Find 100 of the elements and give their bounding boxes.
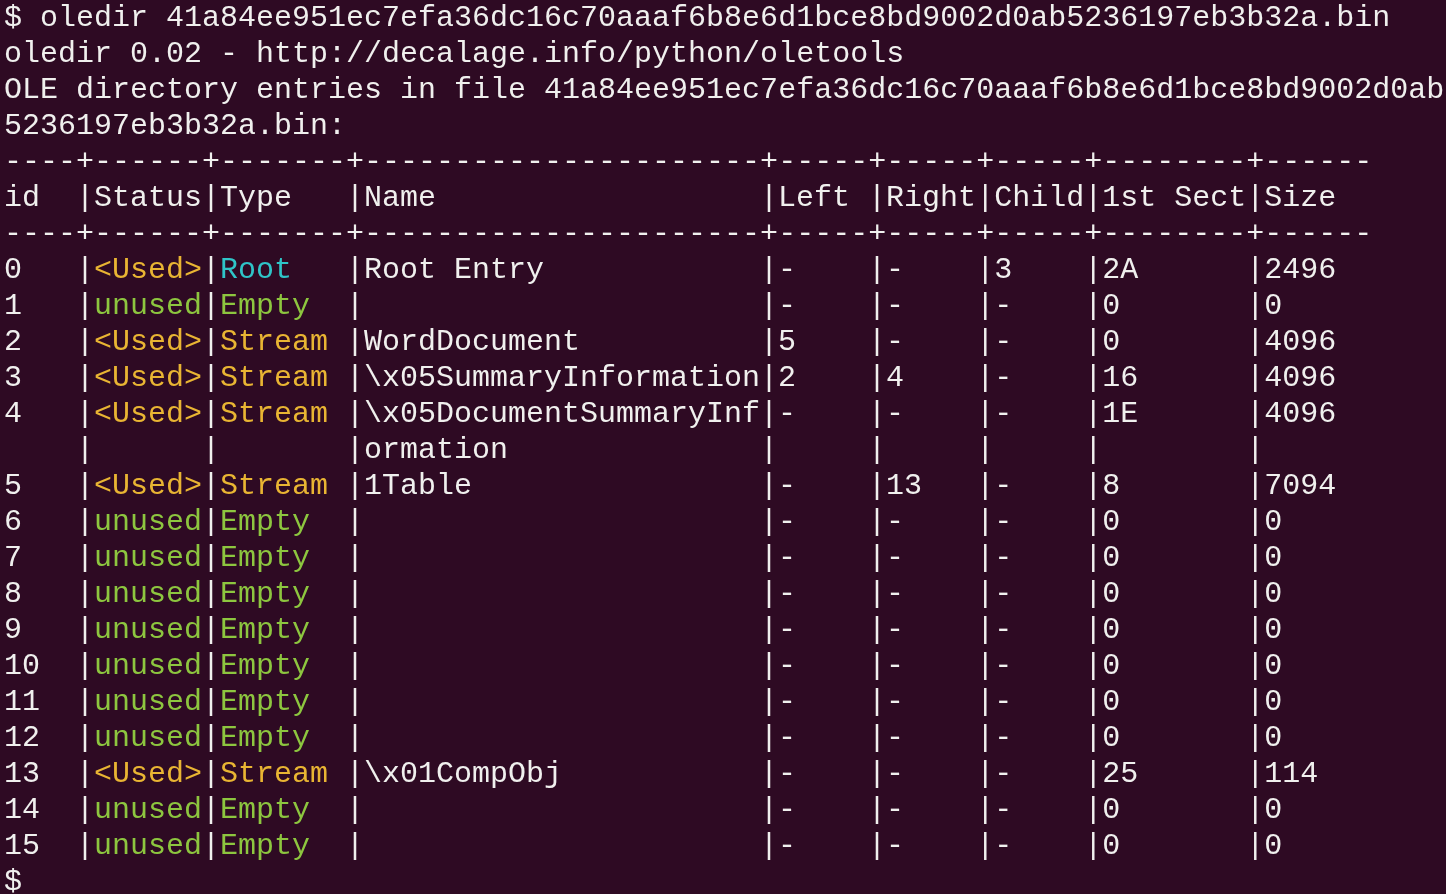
table-cell-text: |0 [1246,288,1284,324]
table-cell-text: |0 [1084,576,1122,612]
column-separator: | [202,793,221,827]
table-cell-text: |0 [1084,648,1122,684]
table-cell-text: |25 [1084,756,1140,792]
table-cell-text: |- [868,252,906,288]
table-cell-text: 15 [4,828,41,864]
table-cell: unused [94,289,203,323]
table-cell-text: |ormation [346,432,510,468]
table-cell: Empty [220,793,311,827]
column-separator: | [202,541,221,575]
table-cell-text: |0 [1084,828,1122,864]
table-cell-text: |- [760,540,798,576]
table-cell: |\x05DocumentSummaryInf [346,396,761,432]
column-header: |Name [346,180,438,216]
table-cell: Stream [220,757,329,791]
column-header: |Left [760,180,852,216]
column-separator: | [202,685,221,719]
table-cell: Empty [220,541,311,575]
table-cell-text: | [346,648,366,684]
table-cell-text: |0 [1246,828,1284,864]
column-separator: | [202,361,221,395]
table-cell-text: |- [976,612,1014,648]
table-cell-text: |4096 [1246,360,1338,396]
table-cell-text: |- [868,576,906,612]
table-cell-text: |3 [976,252,1014,288]
table-cell-text: | [346,612,366,648]
table-cell-text: 8 [4,576,23,612]
table-cell: Empty [220,505,311,539]
table-cell-text: |2 [760,360,798,396]
table-cell-text: |- [760,396,798,432]
table-cell-text: | [1084,432,1104,468]
table-cell-text: |0 [1246,540,1284,576]
column-separator: | [76,253,94,287]
table-cell-text: 14 [4,792,41,828]
table-cell-text: |0 [1084,504,1122,540]
table-cell: <Used> [94,325,203,359]
table-cell: <Used> [94,469,203,503]
table-cell-text: |4096 [1246,396,1338,432]
table-cell-text: |- [976,360,1014,396]
table-cell-text: |- [760,504,798,540]
column-header: |Type [202,180,294,216]
terminal-line: 5236197eb3b32a.bin: [4,109,347,143]
table-cell-text: |- [760,288,798,324]
table-cell-text: |4 [868,360,906,396]
column-separator: | [76,505,94,539]
table-cell-text: |1E [1084,396,1140,432]
table-cell-text: | [346,288,366,324]
table-cell-text: | [976,432,996,468]
column-separator: | [76,829,94,863]
table-cell-text: 7 [4,540,23,576]
table-cell: Empty [220,829,311,863]
column-separator: | [202,397,221,431]
table-cell-text: |2496 [1246,252,1338,288]
table-cell-text: |0 [1246,720,1284,756]
column-separator: | [76,649,94,683]
table-cell-text: | [346,792,366,828]
table-cell-text: |- [976,576,1014,612]
table-cell: unused [94,721,203,755]
column-separator: | [76,793,94,827]
table-cell-text: |- [868,828,906,864]
terminal-line: OLE directory entries in file 41a84ee951ec7efa36dc16c70aaaf6b8e6d1bce8bd9002d0ab [4,73,1445,107]
table-cell-text: |- [760,468,798,504]
table-cell-text: |- [976,828,1014,864]
table-cell-text: |- [868,396,906,432]
table-cell-text: | [1246,432,1266,468]
table-cell-text: |0 [1246,648,1284,684]
table-cell-text: 9 [4,612,23,648]
column-header: |Right [868,180,977,216]
table-cell-text: |0 [1084,288,1122,324]
table-cell-text: |0 [1246,612,1284,648]
table-cell-text: |- [976,720,1014,756]
table-cell-text: |- [760,720,798,756]
prompt-text: $ [4,865,22,894]
table-cell-text: |- [760,252,798,288]
table-cell-text: |- [868,612,906,648]
terminal-line: oledir 0.02 - http://decalage.info/python/oletools [4,37,905,71]
table-cell-text: |0 [1246,684,1284,720]
table-cell-text: |- [760,648,798,684]
table-cell-text: |- [976,684,1014,720]
column-separator: | [202,289,221,323]
table-cell-text: |0 [1246,792,1284,828]
table-cell: unused [94,541,203,575]
column-header: |Status [76,180,202,216]
table-cell-text: |- [976,504,1014,540]
table-cell-text: |- [976,648,1014,684]
table-cell-text: |- [868,648,906,684]
table-cell-text: 0 [4,252,23,288]
table-cell-text: |8 [1084,468,1122,504]
column-separator: | [202,253,221,287]
table-cell-text: |0 [1246,504,1284,540]
table-cell: Empty [220,613,311,647]
table-cell-text: |2A [1084,252,1140,288]
table-cell: unused [94,649,203,683]
column-header: |Child [976,180,1085,216]
table-cell-text: |- [868,792,906,828]
column-separator: | [202,721,221,755]
table-cell-text: |0 [1084,720,1122,756]
terminal-line: $ oledir 41a84ee951ec7efa36dc16c70aaaf6b8e6d1bce8bd9002d0ab5236197eb3b32a.bin [4,1,1391,35]
column-separator: | [202,613,221,647]
